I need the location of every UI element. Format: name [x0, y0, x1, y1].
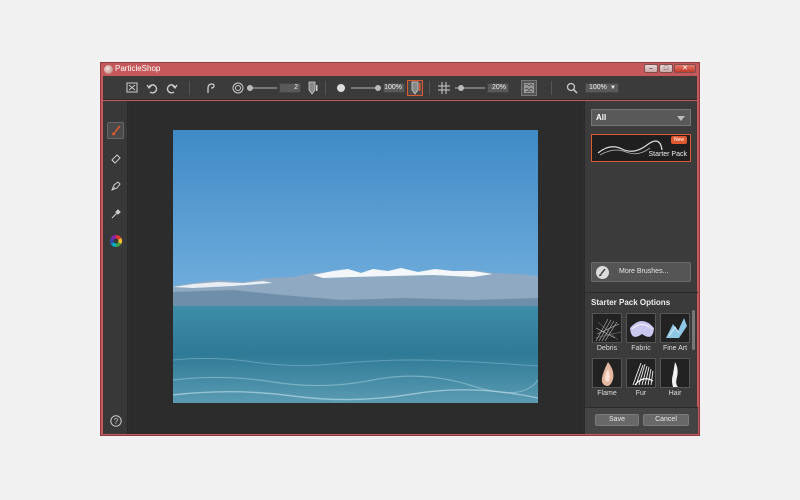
grid-value[interactable]: 20%: [487, 83, 509, 93]
redo-icon[interactable]: [165, 80, 179, 96]
hair-thumbnail: [660, 358, 690, 388]
new-badge: New: [670, 136, 687, 144]
brush-label: Fur: [635, 390, 647, 397]
pack-label: Starter Pack: [648, 151, 687, 158]
brush-label: Flame: [597, 390, 617, 397]
tool-sidebar: ?: [103, 101, 128, 434]
options-title: Starter Pack Options: [591, 298, 671, 307]
chevron-down-icon: [677, 116, 685, 121]
brush-label: Fine Art: [662, 345, 688, 352]
brush-fine-art[interactable]: Fine Art: [660, 313, 690, 352]
brush-download-icon: [596, 266, 609, 279]
top-toolbar: 2 100% 20% 100% ▼: [103, 76, 697, 100]
brush-filter-select[interactable]: All: [591, 109, 691, 126]
grid-slider[interactable]: [455, 85, 485, 91]
zoom-value: 100%: [589, 84, 607, 91]
stylus-opacity-icon[interactable]: [407, 80, 423, 96]
app-logo-icon: [104, 65, 113, 74]
zoom-select[interactable]: 100% ▼: [585, 83, 619, 93]
workspace: ? All New Starter Pack More Brushes... S…: [103, 101, 698, 434]
fit-screen-icon[interactable]: [125, 80, 139, 96]
fabric-thumbnail: [626, 313, 656, 343]
color-wheel-icon[interactable]: [107, 232, 124, 249]
more-brushes-button[interactable]: More Brushes...: [591, 262, 691, 282]
opacity-slider[interactable]: [351, 85, 381, 91]
opacity-value[interactable]: 100%: [383, 83, 405, 93]
panel-footer: Save Cancel: [585, 407, 698, 434]
chevron-down-icon: ▼: [610, 85, 616, 91]
brush-fabric[interactable]: Fabric: [626, 313, 656, 352]
brush-label: Hair: [668, 390, 682, 397]
size-slider[interactable]: [247, 85, 277, 91]
window-title: ParticleShop: [115, 64, 161, 73]
fine-art-thumbnail: [660, 313, 690, 343]
fur-thumbnail: [626, 358, 656, 388]
brush-label: Debris: [596, 345, 618, 352]
stylus-pressure-icon[interactable]: [305, 80, 319, 96]
opacity-icon: [335, 80, 347, 96]
help-icon[interactable]: ?: [107, 412, 124, 429]
texture-icon[interactable]: [521, 80, 537, 96]
canvas-image[interactable]: [173, 130, 538, 403]
brush-label: Fabric: [631, 345, 651, 352]
pen-tool-icon[interactable]: [107, 177, 124, 194]
save-button[interactable]: Save: [595, 414, 639, 426]
size-value[interactable]: 2: [279, 83, 301, 93]
eyedropper-tool-icon[interactable]: [107, 205, 124, 222]
brush-fur[interactable]: Fur: [626, 358, 656, 397]
toolbar-divider: [189, 81, 190, 95]
toolbar-divider: [325, 81, 326, 95]
eraser-tool-icon[interactable]: [107, 149, 124, 166]
brush-panel: All New Starter Pack More Brushes... Sta…: [584, 101, 698, 434]
close-button[interactable]: ✕: [674, 64, 696, 73]
app-window: ParticleShop – □ ✕ 2 100% 20% 100% ▼ ? A…: [100, 62, 700, 436]
brush-filter-value: All: [596, 113, 607, 122]
toolbar-divider: [429, 81, 430, 95]
canvas-area[interactable]: [129, 101, 583, 434]
toolbar-divider: [551, 81, 552, 95]
minimize-button[interactable]: –: [644, 64, 658, 73]
grid-icon: [437, 80, 451, 96]
maximize-button[interactable]: □: [659, 64, 673, 73]
brush-flame[interactable]: Flame: [592, 358, 622, 397]
cancel-button[interactable]: Cancel: [643, 414, 689, 426]
brush-hair[interactable]: Hair: [660, 358, 690, 397]
more-brushes-label: More Brushes...: [619, 268, 669, 275]
flame-thumbnail: [592, 358, 622, 388]
starter-pack-card[interactable]: New Starter Pack: [591, 134, 691, 162]
title-bar[interactable]: ParticleShop – □ ✕: [101, 63, 699, 76]
undo-icon[interactable]: [145, 80, 159, 96]
svg-text:?: ?: [113, 416, 118, 425]
size-icon: [231, 80, 245, 96]
panel-divider: [585, 292, 698, 293]
zoom-icon[interactable]: [565, 80, 579, 96]
options-scrollbar[interactable]: [692, 310, 695, 350]
window-controls: – □ ✕: [644, 64, 696, 73]
brush-debris[interactable]: Debris: [592, 313, 622, 352]
debris-thumbnail: [592, 313, 622, 343]
brush-tool-icon[interactable]: [107, 122, 124, 139]
brush-pick-icon[interactable]: [203, 80, 217, 96]
